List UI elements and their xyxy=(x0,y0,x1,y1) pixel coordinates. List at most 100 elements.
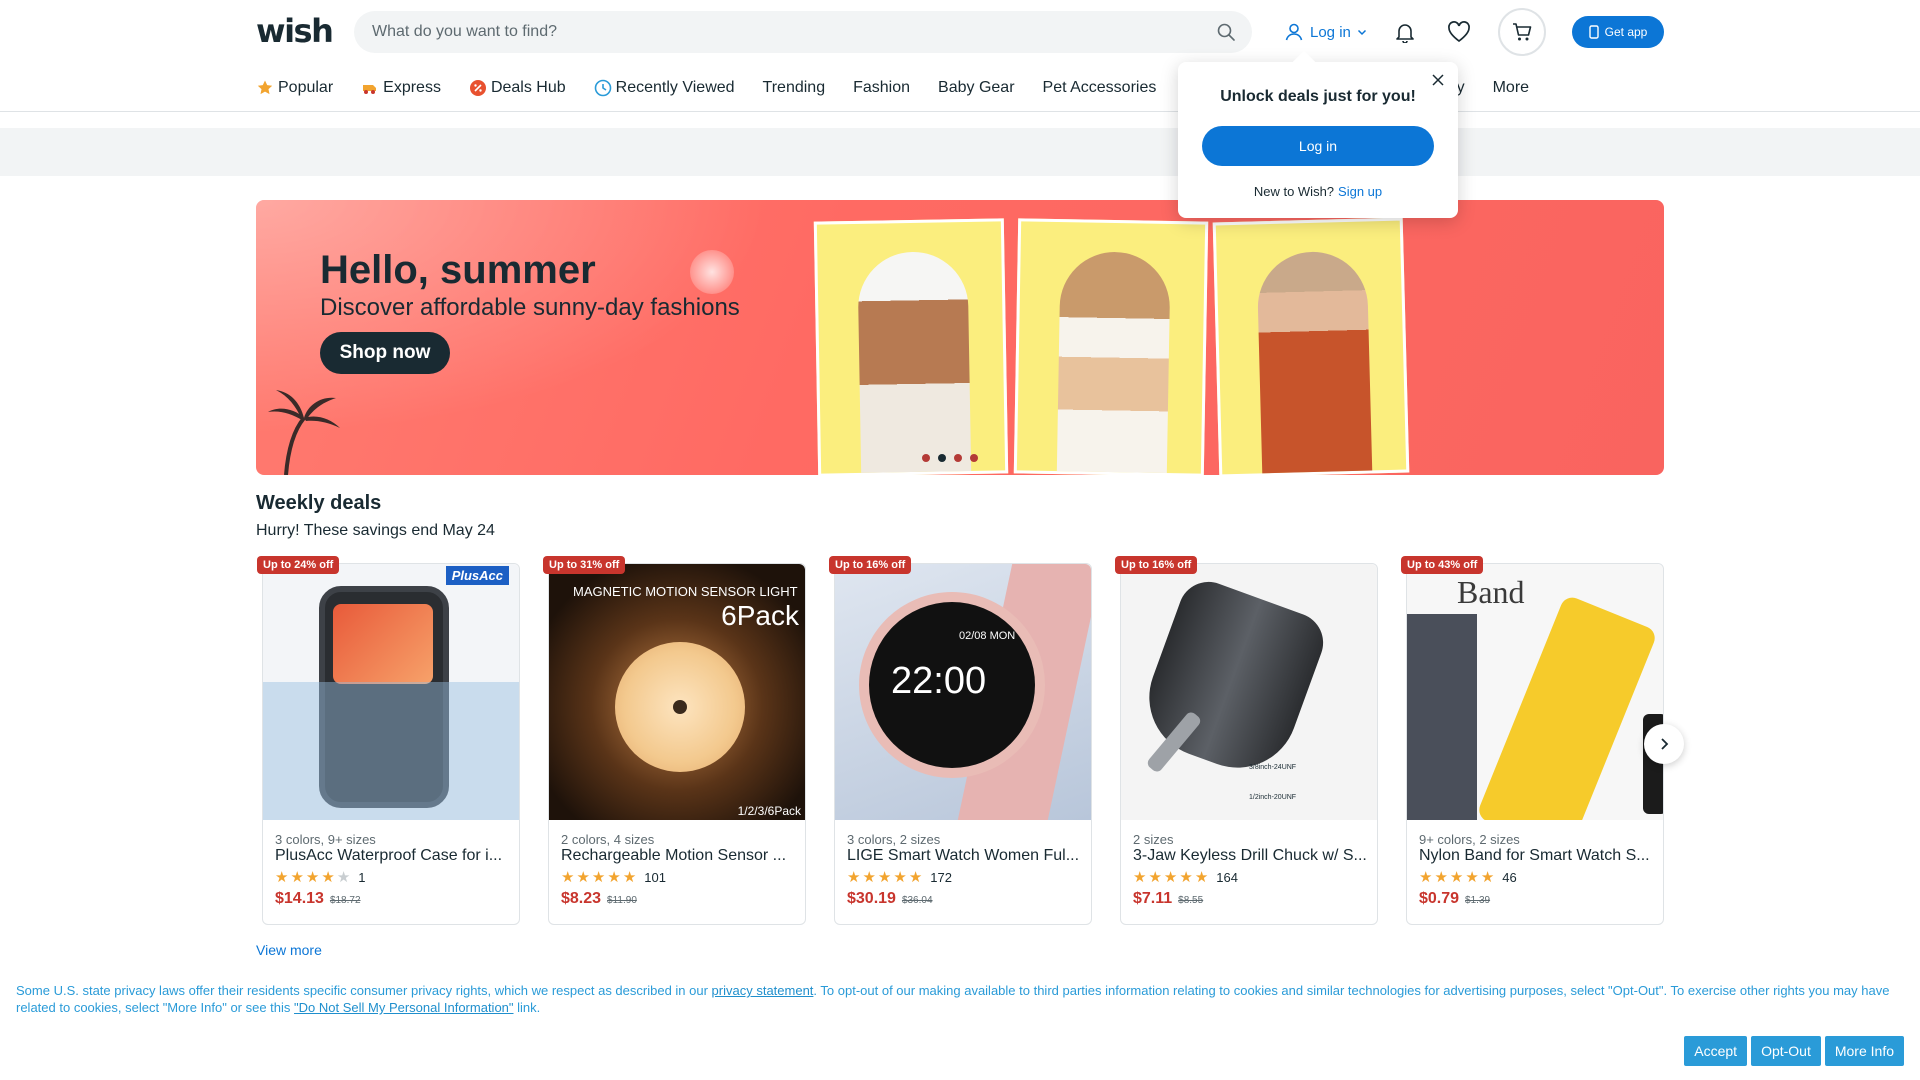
product-image[interactable]: 3/8inch-24UNF 1/2inch-20UNF xyxy=(1121,564,1377,820)
image-text: 6Pack xyxy=(721,600,799,631)
product-variants: 3 colors, 2 sizes xyxy=(847,832,941,847)
get-app-button[interactable]: Get app xyxy=(1572,16,1664,48)
cart-button[interactable] xyxy=(1498,8,1546,56)
search-input[interactable] xyxy=(372,11,1192,53)
nav-item-more[interactable]: More xyxy=(1493,79,1529,97)
discount-badge: Up to 16% off xyxy=(829,556,912,574)
nav-item-recently-viewed[interactable]: Recently Viewed xyxy=(594,79,735,97)
close-icon[interactable] xyxy=(1430,72,1446,88)
nav-label: Fashion xyxy=(853,79,911,96)
star-icon: ★ xyxy=(561,869,575,886)
product-image[interactable]: PlusAcc xyxy=(263,564,519,820)
cookie-buttons: Accept Opt-Out More Info xyxy=(1684,1036,1904,1066)
carousel-dot-active[interactable] xyxy=(938,454,946,462)
more-info-button[interactable]: More Info xyxy=(1824,1036,1904,1066)
product-rating: ★ ★ ★ ★ ★ 46 xyxy=(1419,870,1517,885)
product-card[interactable]: Up to 24% off PlusAcc 3 colors, 9+ sizes… xyxy=(257,556,520,925)
nav-label: Pet Accessories xyxy=(1042,79,1157,96)
star-icon: ★ xyxy=(275,869,289,886)
login-popup: Unlock deals just for you! Log in New to… xyxy=(1178,62,1458,218)
product-name[interactable]: LIGE Smart Watch Women Ful... xyxy=(847,847,1083,865)
nav-label: Deals Hub xyxy=(490,79,566,96)
product-rating: ★ ★ ★ ★ ★ 172 xyxy=(847,870,952,885)
product-variants: 9+ colors, 2 sizes xyxy=(1419,832,1520,847)
carousel-dot[interactable] xyxy=(922,454,930,462)
search-icon[interactable] xyxy=(1216,22,1236,42)
weekly-deals-title: Weekly deals xyxy=(256,492,382,514)
nav-item-deals-hub[interactable]: Deals Hub xyxy=(469,79,566,97)
nav-label: Popular xyxy=(278,79,334,96)
image-text: 1/2/3/6Pack xyxy=(737,804,801,818)
heart-icon xyxy=(1448,21,1470,43)
nav-item-pet-accessories[interactable]: Pet Accessories xyxy=(1043,79,1157,97)
bell-icon xyxy=(1396,24,1414,43)
review-count: 46 xyxy=(1502,870,1517,885)
do-not-sell-link[interactable]: "Do Not Sell My Personal Information" xyxy=(294,1000,513,1015)
star-icon: ★ xyxy=(576,869,590,886)
sensor-shape xyxy=(673,700,687,714)
star-icon: ★ xyxy=(1179,869,1193,886)
current-price: $7.11 xyxy=(1133,890,1173,907)
login-label[interactable]: Log in xyxy=(1310,24,1351,41)
product-card[interactable]: Up to 31% off MAGNETIC MOTION SENSOR LIG… xyxy=(543,556,806,925)
product-image[interactable]: Band xyxy=(1407,564,1663,820)
privacy-statement-link[interactable]: privacy statement xyxy=(712,983,814,998)
watch-date: 02/08 MON xyxy=(959,630,1016,642)
carousel-next-button[interactable] xyxy=(1644,724,1684,764)
login-menu[interactable]: Log in xyxy=(1284,20,1367,44)
product-card[interactable]: Up to 16% off 22:00 02/08 MON 3 colors, … xyxy=(829,556,1092,925)
product-name[interactable]: 3-Jaw Keyless Drill Chuck w/ S... xyxy=(1133,847,1369,865)
popup-login-button[interactable]: Log in xyxy=(1202,126,1434,166)
wish-logo[interactable]: wish xyxy=(256,12,334,50)
hero-banner[interactable]: Hello, summer Discover affordable sunny-… xyxy=(256,200,1664,475)
star-icon: ★ xyxy=(1163,869,1178,886)
review-count: 1 xyxy=(358,870,366,885)
product-image[interactable]: 22:00 02/08 MON xyxy=(835,564,1091,820)
product-card[interactable]: Up to 43% off Band 9+ colors, 2 sizes Ny… xyxy=(1401,556,1664,925)
deals-icon xyxy=(469,80,486,96)
clock-icon xyxy=(594,79,611,97)
discount-badge: Up to 24% off xyxy=(257,556,340,574)
star-half-icon: ★ xyxy=(622,869,637,886)
cookie-text: Some U.S. state privacy laws offer their… xyxy=(16,983,712,998)
sun-glow xyxy=(690,250,734,294)
product-name[interactable]: Rechargeable Motion Sensor ... xyxy=(561,847,797,865)
chevron-right-icon xyxy=(1661,738,1669,750)
model-figure xyxy=(1056,251,1171,473)
nav-item-popular[interactable]: Popular xyxy=(256,79,333,97)
original-price: $11.90 xyxy=(607,895,637,906)
notifications-button[interactable] xyxy=(1390,17,1420,47)
nav-item-baby-gear[interactable]: Baby Gear xyxy=(938,79,1014,97)
shop-now-button[interactable]: Shop now xyxy=(320,332,450,374)
image-text: Band xyxy=(1457,574,1525,610)
product-image[interactable]: MAGNETIC MOTION SENSOR LIGHT 6Pack 1/2/3… xyxy=(549,564,805,820)
star-icon: ★ xyxy=(1434,869,1448,886)
carousel-dot[interactable] xyxy=(970,454,978,462)
get-app-label: Get app xyxy=(1604,25,1648,39)
signup-link[interactable]: Sign up xyxy=(1338,184,1382,199)
product-card[interactable]: Up to 16% off 3/8inch-24UNF 1/2inch-20UN… xyxy=(1115,556,1378,925)
product-name[interactable]: PlusAcc Waterproof Case for i... xyxy=(275,847,511,865)
opt-out-button[interactable]: Opt-Out xyxy=(1751,1036,1821,1066)
nav-item-fashion[interactable]: Fashion xyxy=(853,79,910,97)
star-icon xyxy=(257,80,273,95)
user-icon xyxy=(1285,23,1303,41)
nav-item-express[interactable]: Express xyxy=(361,79,441,97)
wishlist-button[interactable] xyxy=(1444,17,1474,47)
discount-badge: Up to 43% off xyxy=(1401,556,1484,574)
search-bar[interactable] xyxy=(354,11,1252,53)
product-variants: 3 colors, 9+ sizes xyxy=(275,832,376,847)
palm-tree-icon xyxy=(268,390,340,475)
current-price: $0.79 xyxy=(1419,890,1460,907)
watch-time: 22:00 xyxy=(891,660,987,702)
new-to-wish-text: New to Wish? xyxy=(1253,184,1335,199)
nav-item-trending[interactable]: Trending xyxy=(763,79,826,97)
product-price: $8.23 $11.90 xyxy=(561,890,637,908)
express-icon xyxy=(363,85,377,94)
product-name[interactable]: Nylon Band for Smart Watch S... xyxy=(1419,847,1655,865)
original-price: $18.72 xyxy=(329,895,361,906)
view-more-link[interactable]: View more xyxy=(256,942,322,958)
carousel-dot[interactable] xyxy=(954,454,962,462)
accept-button[interactable]: Accept xyxy=(1684,1036,1748,1066)
image-text: 1/2inch-20UNF xyxy=(1249,794,1297,801)
